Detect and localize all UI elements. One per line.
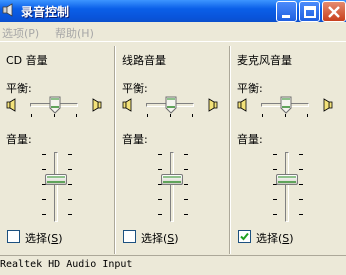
speaker-left-icon xyxy=(122,98,132,112)
minimize-button[interactable] xyxy=(276,1,297,22)
select-checkbox[interactable] xyxy=(238,230,251,243)
title-bar[interactable]: 录音控制 xyxy=(0,0,346,22)
select-label: 选择(S) xyxy=(256,232,294,245)
tick xyxy=(54,114,55,117)
tick xyxy=(42,199,46,200)
channel-line: 线路音量 平衡: 音量: 选择(S) xyxy=(116,44,229,254)
tick xyxy=(184,214,188,215)
channel-cd: CD 音量 平衡: 音量: 选择(S) xyxy=(0,44,114,254)
select-label: 选择(S) xyxy=(141,232,179,245)
select-label: 选择(S) xyxy=(25,232,63,245)
balance-slider[interactable] xyxy=(165,96,177,114)
tick xyxy=(68,169,72,170)
select-text: 选择 xyxy=(256,232,278,245)
volume-label: 音量: xyxy=(6,133,32,146)
close-icon xyxy=(328,6,340,18)
tick xyxy=(76,114,77,117)
volume-label: 音量: xyxy=(122,133,148,146)
balance-slider[interactable] xyxy=(280,96,292,114)
tick xyxy=(68,199,72,200)
select-key: S xyxy=(51,232,59,245)
tick xyxy=(184,154,188,155)
tick xyxy=(42,169,46,170)
volume-slider[interactable] xyxy=(276,174,298,185)
speaker-right-icon xyxy=(323,98,333,112)
speaker-left-icon xyxy=(6,98,16,112)
device-name: Realtek HD Audio Input xyxy=(0,259,133,270)
tick xyxy=(273,169,277,170)
tick xyxy=(31,114,32,117)
tick xyxy=(273,214,277,215)
tick xyxy=(68,184,72,185)
balance-label: 平衡: xyxy=(6,82,32,95)
tick xyxy=(42,154,46,155)
volume-track xyxy=(285,152,289,222)
tick xyxy=(299,214,303,215)
tick xyxy=(42,214,46,215)
close-button[interactable] xyxy=(322,1,346,22)
tick xyxy=(68,154,72,155)
tick xyxy=(184,184,188,185)
tick xyxy=(307,114,308,117)
tick xyxy=(299,199,303,200)
select-checkbox[interactable] xyxy=(7,230,20,243)
channel-title: 线路音量 xyxy=(122,54,166,67)
select-text: 选择 xyxy=(141,232,163,245)
volume-label: 音量: xyxy=(237,133,263,146)
menu-bar: 选项(P) 帮助(H) xyxy=(0,22,346,42)
speaker-icon xyxy=(2,3,13,17)
menu-help[interactable]: 帮助(H) xyxy=(55,25,94,41)
balance-label: 平衡: xyxy=(237,82,263,95)
select-key: S xyxy=(167,232,175,245)
channel-title: 麦克风音量 xyxy=(237,54,292,67)
channel-microphone: 麦克风音量 平衡: 音量: 选择(S) xyxy=(231,44,346,254)
balance-label: 平衡: xyxy=(122,82,148,95)
tick xyxy=(158,169,162,170)
tick xyxy=(192,114,193,117)
maximize-icon xyxy=(304,6,316,18)
volume-track xyxy=(170,152,174,222)
minimize-icon xyxy=(282,15,290,18)
tick xyxy=(273,154,277,155)
status-bar: Realtek HD Audio Input xyxy=(0,255,346,275)
speaker-right-icon xyxy=(92,98,102,112)
tick xyxy=(262,114,263,117)
maximize-button[interactable] xyxy=(299,1,320,22)
select-text: 选择 xyxy=(25,232,47,245)
tick xyxy=(184,169,188,170)
tick xyxy=(170,114,171,117)
balance-slider[interactable] xyxy=(49,96,61,114)
window-title: 录音控制 xyxy=(21,5,70,19)
tick xyxy=(273,199,277,200)
select-checkbox[interactable] xyxy=(123,230,136,243)
select-key: S xyxy=(282,232,290,245)
tick xyxy=(184,199,188,200)
tick xyxy=(158,199,162,200)
tick xyxy=(158,214,162,215)
tick xyxy=(147,114,148,117)
tick xyxy=(158,154,162,155)
menu-options[interactable]: 选项(P) xyxy=(2,25,39,41)
volume-track xyxy=(54,152,58,222)
tick xyxy=(299,169,303,170)
tick xyxy=(68,214,72,215)
speaker-left-icon xyxy=(237,98,247,112)
tick xyxy=(285,114,286,117)
tick xyxy=(299,154,303,155)
checkmark-icon xyxy=(240,232,249,241)
volume-slider[interactable] xyxy=(161,174,183,185)
channel-title: CD 音量 xyxy=(6,54,48,67)
volume-slider[interactable] xyxy=(45,174,67,185)
tick xyxy=(299,184,303,185)
speaker-right-icon xyxy=(208,98,218,112)
